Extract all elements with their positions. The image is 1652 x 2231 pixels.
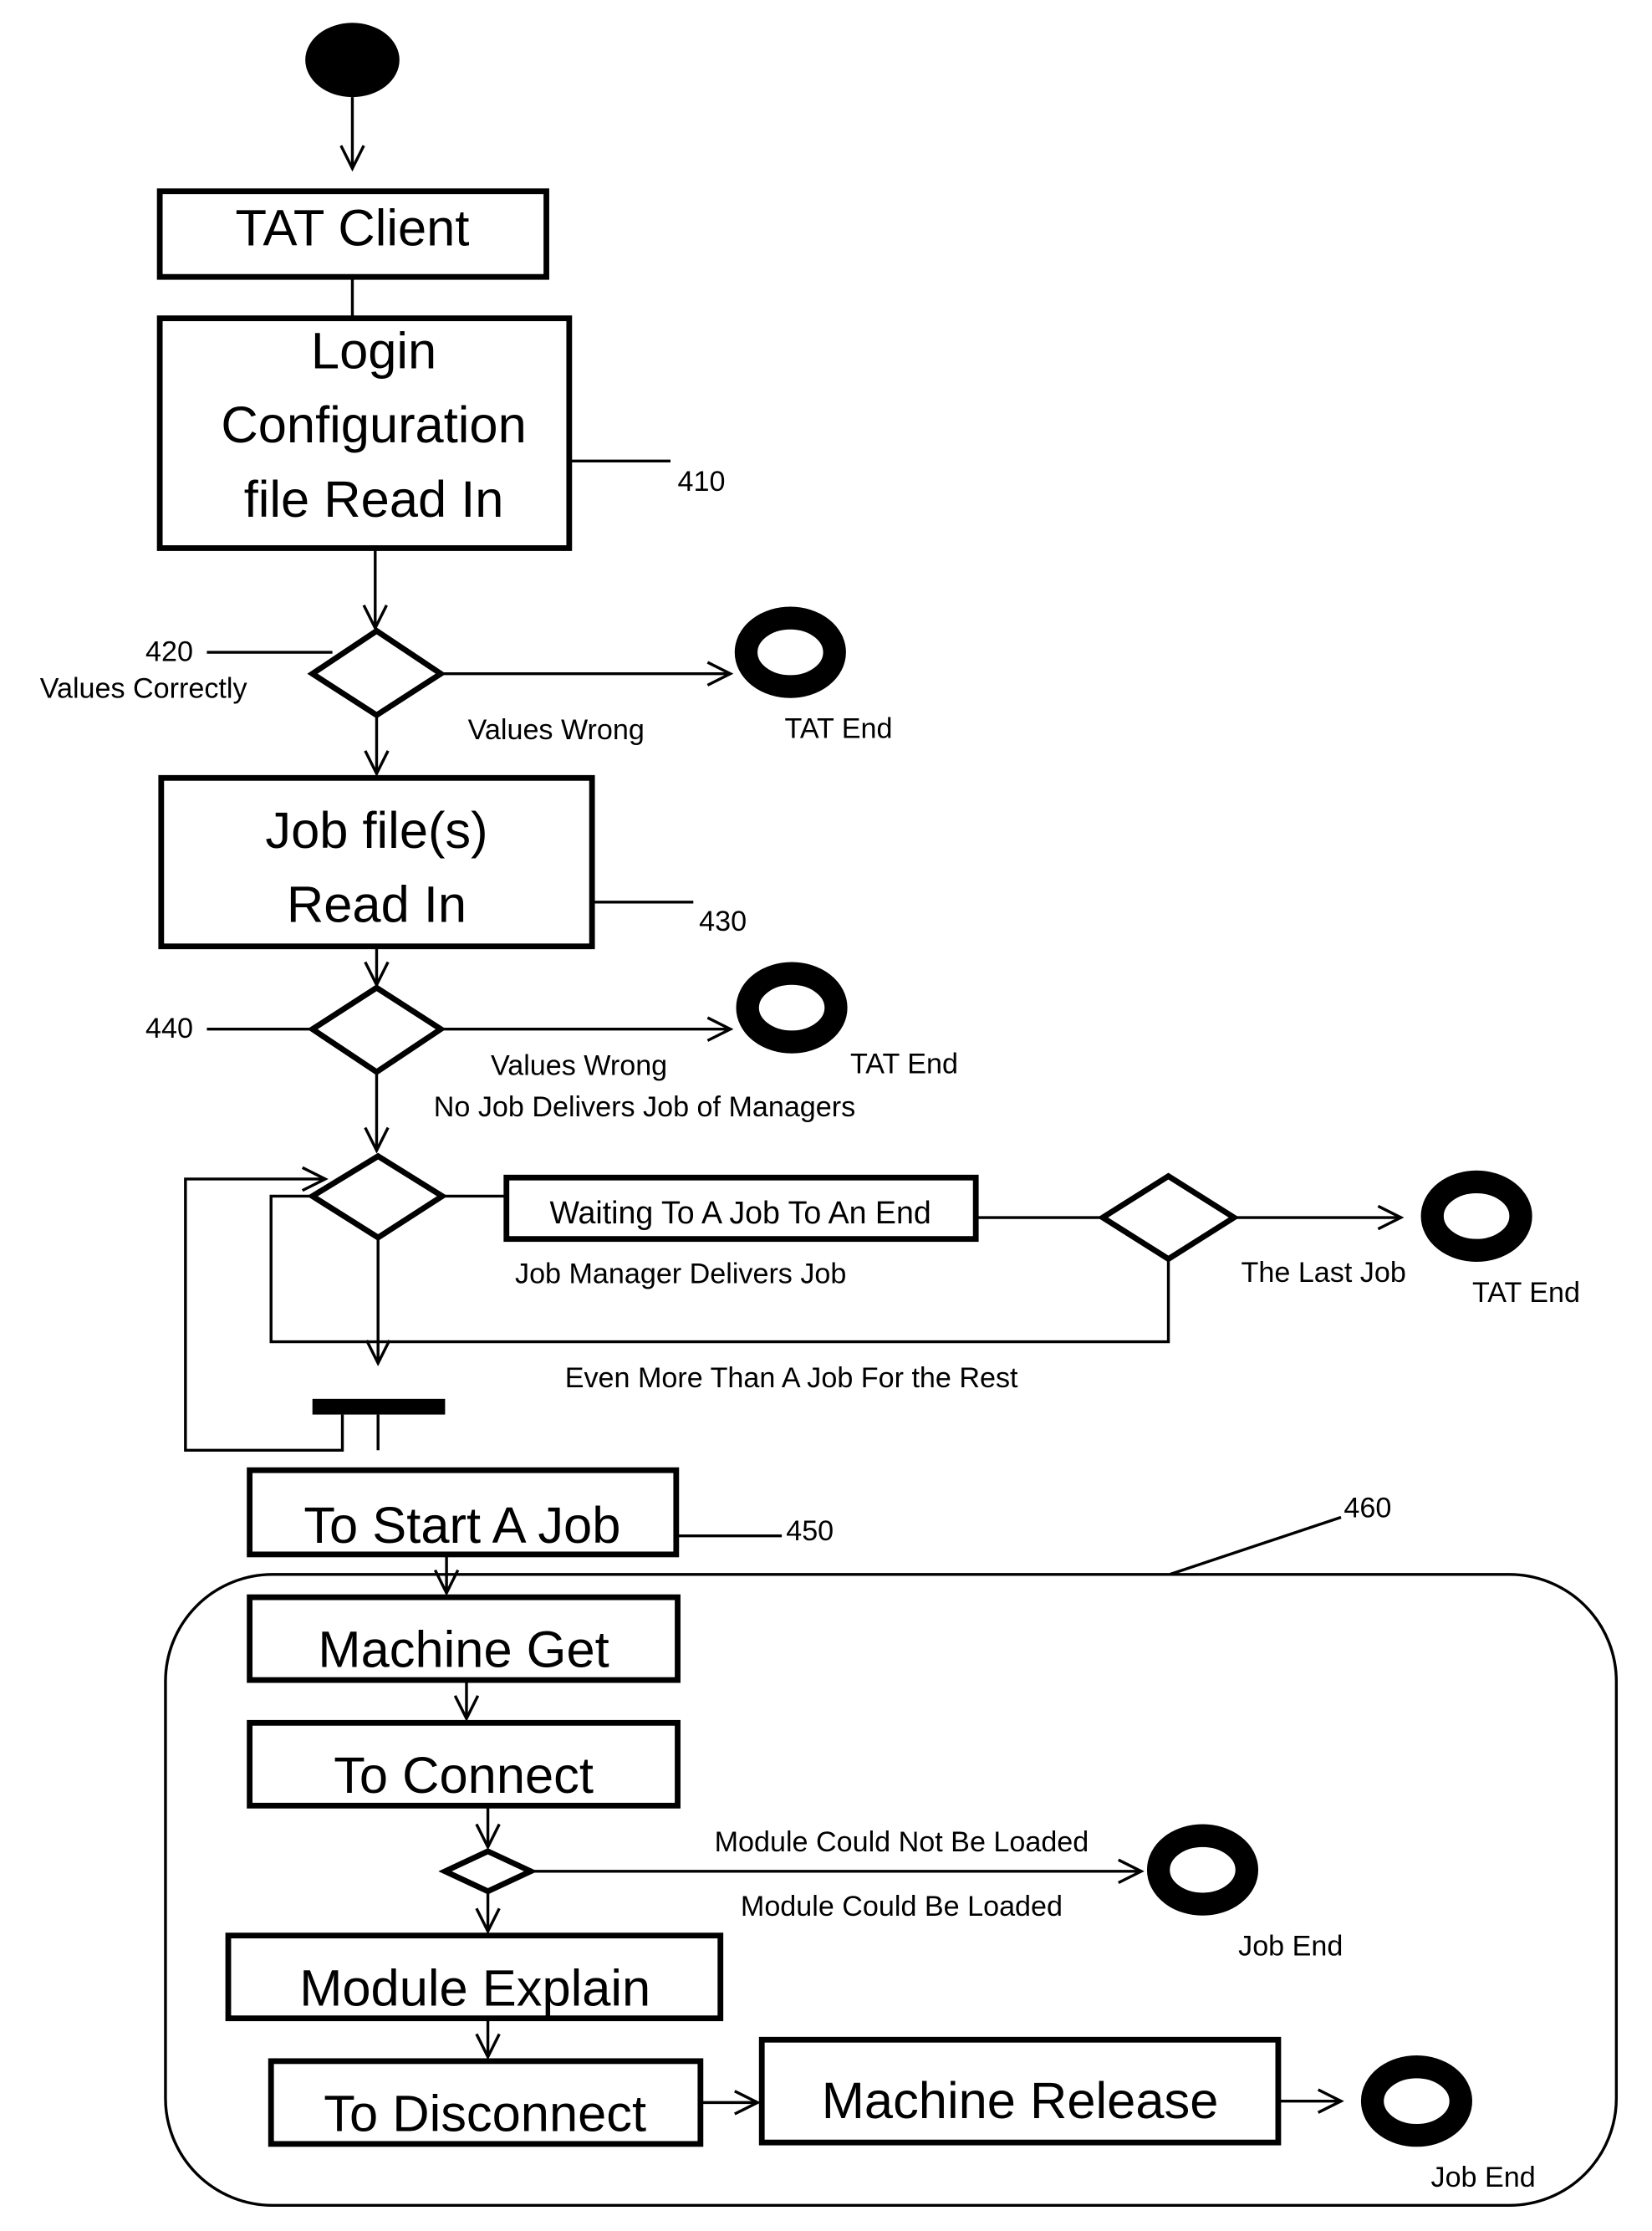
machine-get-label: Machine Get	[318, 1621, 609, 1679]
tat-end-node-2	[736, 962, 848, 1054]
tat-end-node-1	[734, 606, 846, 698]
login-config-line3: file Read In	[244, 471, 504, 528]
decision-module-load	[438, 1848, 538, 1895]
label-values-correctly: Values Correctly	[40, 673, 247, 705]
label-job-manager-delivers: Job Manager Delivers Job	[515, 1258, 846, 1290]
label-more-than-job: Even More Than A Job For the Rest	[565, 1362, 1018, 1394]
start-node	[305, 23, 400, 98]
login-config-line2: Configuration	[221, 396, 526, 454]
disconnect-label: To Disconnect	[324, 2086, 646, 2143]
decision-420	[307, 627, 446, 719]
job-end-node-2	[1360, 2055, 1472, 2147]
label-job-end-1: Job End	[1238, 1931, 1343, 1963]
job-files-line2: Read In	[287, 876, 467, 934]
label-tat-end-3: TAT End	[1472, 1277, 1580, 1309]
tat-end-node-3	[1420, 1170, 1532, 1262]
decision-440	[307, 984, 446, 1076]
ref-460: 460	[1344, 1493, 1391, 1524]
connect-label: To Connect	[334, 1747, 594, 1805]
machine-release-label: Machine Release	[822, 2072, 1219, 2130]
decision-last-job	[1097, 1172, 1240, 1263]
waiting-label: Waiting To A Job To An End	[550, 1195, 931, 1230]
ref-line-460	[1169, 1515, 1342, 1576]
login-config-line1: Login	[311, 322, 436, 380]
ref-420: 420	[145, 636, 193, 667]
ref-430: 430	[699, 906, 747, 937]
label-values-wrong-1: Values Wrong	[468, 714, 645, 746]
flowchart: TAT Client Login Configuration file Read…	[40, 23, 1619, 2207]
module-explain-label: Module Explain	[299, 1959, 650, 2017]
decision-job-loop	[307, 1152, 448, 1241]
label-tat-end-2: TAT End	[850, 1049, 958, 1080]
label-no-job: No Job Delivers Job of Managers	[434, 1091, 855, 1123]
ref-450: 450	[786, 1515, 834, 1547]
label-tat-end-1: TAT End	[785, 713, 893, 745]
ref-410: 410	[678, 466, 726, 498]
ref-440: 440	[145, 1013, 193, 1044]
tat-client-label: TAT Client	[236, 200, 470, 258]
fork-bar	[312, 1398, 446, 1415]
label-last-job: The Last Job	[1242, 1257, 1406, 1289]
label-module-not-loaded: Module Could Not Be Loaded	[715, 1826, 1089, 1858]
label-values-wrong-2: Values Wrong	[491, 1049, 667, 1081]
start-job-label: To Start A Job	[303, 1497, 620, 1555]
label-job-end-2: Job End	[1431, 2162, 1536, 2193]
job-end-node-1	[1146, 1824, 1259, 1916]
job-files-line1: Job file(s)	[265, 802, 487, 860]
label-module-loaded: Module Could Be Loaded	[741, 1891, 1063, 1922]
